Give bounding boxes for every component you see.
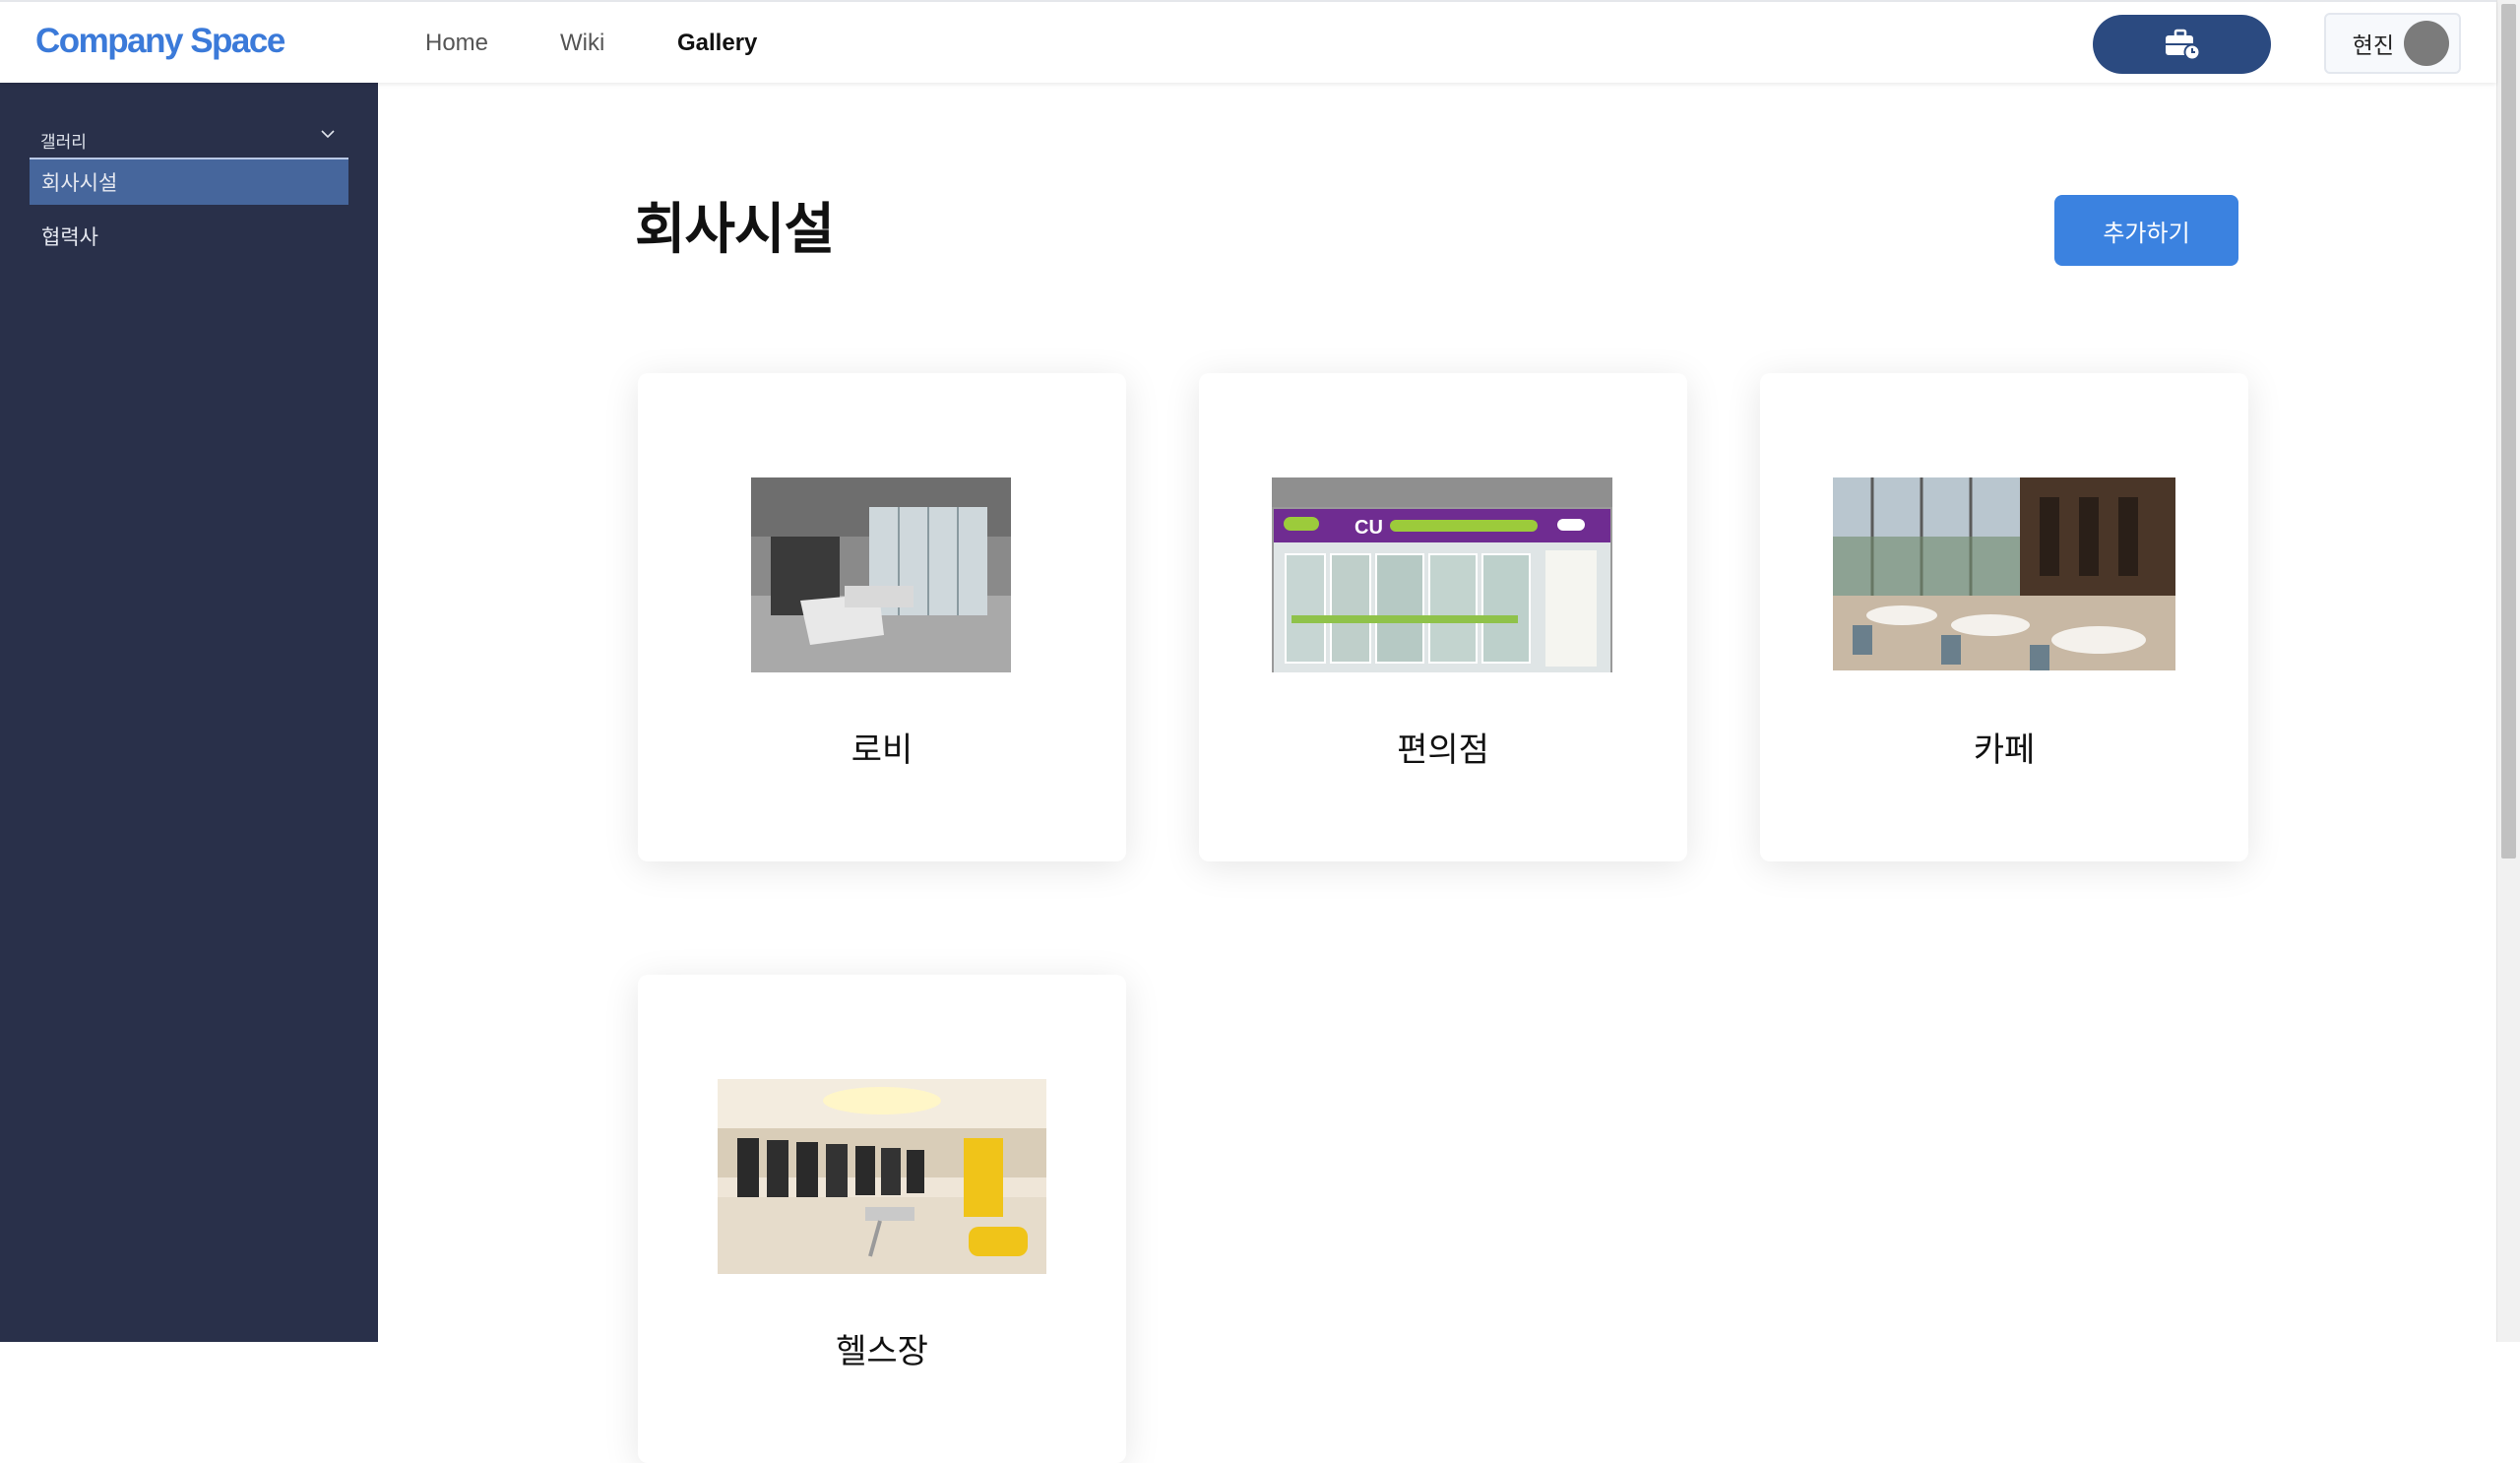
page-title: 회사시설	[635, 198, 835, 260]
gallery-card-lobby[interactable]: 로비	[638, 373, 1126, 861]
nav-wiki-link[interactable]: Wiki	[560, 30, 604, 57]
sidebar-item-company-facilities[interactable]: 회사시설	[30, 158, 348, 205]
company-logo[interactable]: Company Space	[35, 22, 285, 61]
sidebar: 갤러리 회사시설 협력사	[0, 83, 378, 1342]
svg-text:CU: CU	[1354, 517, 1383, 539]
page-scrollbar[interactable]	[2496, 0, 2520, 1342]
user-name: 현진	[2352, 32, 2394, 58]
sidebar-item-label: 회사시설	[41, 172, 118, 195]
briefcase-clock-icon	[2165, 29, 2200, 60]
nav-gallery-link[interactable]: Gallery	[677, 30, 757, 57]
nav-home-link[interactable]: Home	[425, 30, 488, 57]
user-menu[interactable]: 현진	[2324, 13, 2461, 74]
convenience-store-image: CU	[1272, 477, 1612, 672]
scrollbar-thumb[interactable]	[2501, 4, 2516, 859]
gym-image	[718, 1079, 1046, 1274]
gallery-card-cafe[interactable]: 카페	[1760, 373, 2248, 861]
cafe-image	[1833, 477, 2175, 670]
work-schedule-button[interactable]	[2093, 15, 2271, 74]
sidebar-group-label: 갤러리	[40, 133, 87, 152]
sidebar-item-partners[interactable]: 협력사	[30, 213, 348, 260]
card-label: 카페	[1973, 732, 2036, 769]
top-navbar: Company Space Home Wiki Gallery 현진	[0, 0, 2496, 83]
main-content: 회사시설 추가하기 로비 CU 편의점 카페 헬스장	[378, 83, 2496, 1463]
lobby-image	[751, 477, 1011, 672]
add-button[interactable]: 추가하기	[2054, 195, 2238, 266]
card-label: 헬스장	[836, 1333, 928, 1370]
avatar	[2404, 21, 2449, 66]
sidebar-group-gallery[interactable]: 갤러리	[40, 128, 336, 152]
gallery-card-convenience-store[interactable]: CU 편의점	[1199, 373, 1687, 861]
sidebar-item-label: 협력사	[41, 226, 98, 249]
chevron-down-icon	[321, 130, 335, 139]
gallery-card-gym[interactable]: 헬스장	[638, 975, 1126, 1463]
card-label: 로비	[850, 732, 914, 769]
card-label: 편의점	[1397, 732, 1489, 769]
